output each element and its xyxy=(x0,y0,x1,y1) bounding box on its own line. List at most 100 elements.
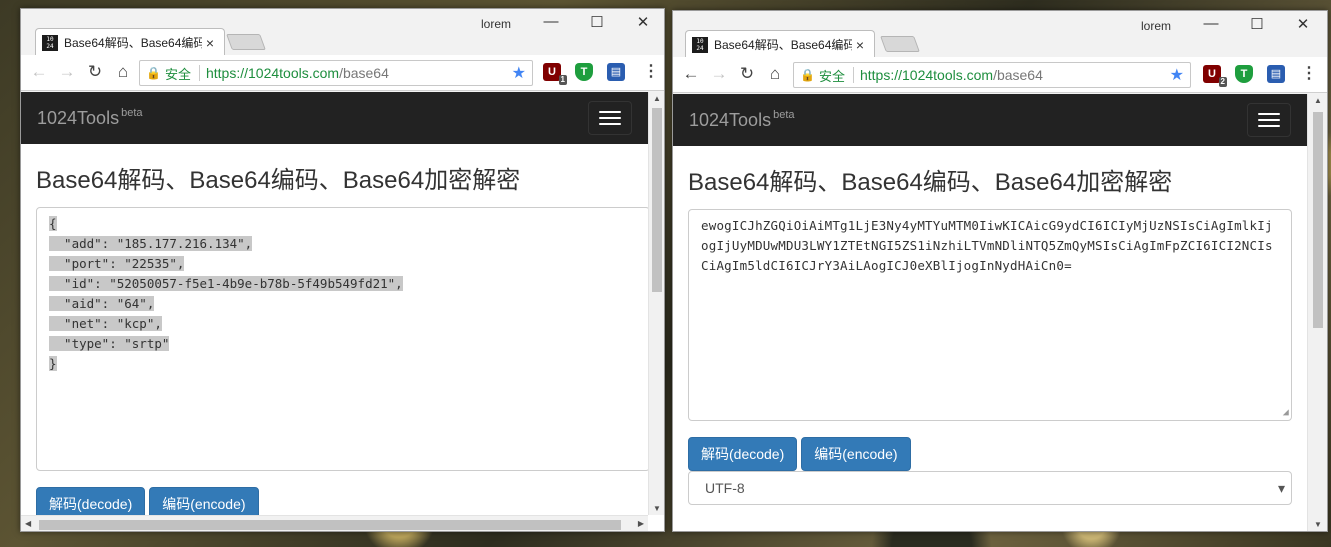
horizontal-scrollbar[interactable]: ◀ ▶ xyxy=(21,515,648,531)
home-icon[interactable]: ⌂ xyxy=(113,62,133,82)
favicon-bottom-text: 24 xyxy=(696,44,704,52)
url-scheme: https:// xyxy=(859,67,902,83)
site-brand[interactable]: 1024Tools beta xyxy=(37,107,143,129)
ublock-badge: 2 xyxy=(1218,77,1227,87)
page-viewport: 1024Tools beta Base64解码、Base64编码、Base64加密… xyxy=(21,92,664,531)
reload-icon[interactable]: ↻ xyxy=(737,64,757,84)
favicon-top-text: 10 xyxy=(46,35,54,43)
bookmark-star-icon[interactable]: ★ xyxy=(1170,65,1184,85)
browser-menu-icon[interactable]: ⋮ xyxy=(1301,63,1317,83)
save-extension-icon[interactable]: ▤ xyxy=(607,63,625,81)
scroll-up-icon[interactable]: ▲ xyxy=(1308,96,1327,105)
json-line: "id": "52050057-f5e1-4b9e-b78b-5f49b549f… xyxy=(49,274,637,294)
address-bar[interactable]: 🔒 安全 https:// 1024tools.com /base64 ★ xyxy=(139,60,533,86)
browser-menu-icon[interactable]: ⋮ xyxy=(643,61,659,81)
omnibox-divider xyxy=(198,65,200,81)
page-viewport: 1024Tools beta Base64解码、Base64编码、Base64加密… xyxy=(673,94,1327,531)
browser-window-left: 10 24 Base64解码、Base64编码 × lorem — ☐ ✕ ← … xyxy=(20,8,665,532)
site-brand[interactable]: 1024Tools beta xyxy=(689,109,795,131)
secure-label: 安全 xyxy=(818,68,845,84)
browser-tab[interactable]: 10 24 Base64解码、Base64编码 × xyxy=(685,30,875,58)
tab-close-icon[interactable]: × xyxy=(852,37,868,53)
charset-select[interactable]: UTF-8 ▾ xyxy=(688,471,1292,505)
json-line: "aid": "64", xyxy=(49,294,637,314)
decode-button[interactable]: 解码(decode) xyxy=(688,437,798,471)
favicon-top-text: 10 xyxy=(696,37,704,45)
title-bar: 10 24 Base64解码、Base64编码 × lorem — ☐ ✕ xyxy=(673,11,1327,58)
close-window-icon[interactable]: ✕ xyxy=(1293,15,1313,33)
ublock-extension-icon[interactable]: U 2 xyxy=(1203,65,1227,87)
new-tab-button[interactable] xyxy=(880,36,920,52)
minimize-icon[interactable]: — xyxy=(541,13,561,30)
json-line: "port": "22535", xyxy=(49,254,637,274)
site-navbar: 1024Tools beta xyxy=(21,92,648,144)
json-line-text: } xyxy=(49,356,57,371)
output-textarea[interactable]: ewogICJhZGQiOiAiMTg1LjE3Ny4yMTYuMTM0IiwK… xyxy=(688,209,1292,421)
vertical-scrollbar[interactable]: ▲ ▼ xyxy=(648,92,664,515)
charset-selected-value: UTF-8 xyxy=(705,480,745,496)
profile-name[interactable]: lorem xyxy=(1141,19,1171,33)
browser-toolbar: ← → ↻ ⌂ 🔒 安全 https:// 1024tools.com /bas… xyxy=(673,57,1327,93)
tab-title: Base64解码、Base64编码 xyxy=(64,36,202,50)
scroll-right-icon[interactable]: ▶ xyxy=(638,519,644,528)
encode-button[interactable]: 编码(encode) xyxy=(149,487,259,515)
maximize-icon[interactable]: ☐ xyxy=(587,13,607,31)
url-scheme: https:// xyxy=(205,65,248,81)
url-path: /base64 xyxy=(339,65,389,81)
horizontal-scroll-thumb[interactable] xyxy=(39,520,621,530)
bookmark-star-icon[interactable]: ★ xyxy=(512,63,526,83)
hamburger-menu-icon[interactable] xyxy=(588,101,632,135)
tab-title: Base64解码、Base64编码 xyxy=(714,38,852,52)
json-line-text: "add": "185.177.216.134", xyxy=(49,236,253,251)
encode-button[interactable]: 编码(encode) xyxy=(801,437,911,471)
home-icon[interactable]: ⌂ xyxy=(765,64,785,84)
json-line: "net": "kcp", xyxy=(49,314,637,334)
ublock-extension-icon[interactable]: U 1 xyxy=(543,63,567,85)
back-arrow-icon[interactable]: ← xyxy=(681,64,701,84)
minimize-icon[interactable]: — xyxy=(1201,15,1221,32)
profile-name[interactable]: lorem xyxy=(481,17,511,31)
tab-close-icon[interactable]: × xyxy=(202,35,218,51)
brand-beta-label: beta xyxy=(773,109,795,121)
resize-grip-icon[interactable]: ◢ xyxy=(1283,408,1289,418)
browser-tab[interactable]: 10 24 Base64解码、Base64编码 × xyxy=(35,28,225,56)
scroll-down-icon[interactable]: ▼ xyxy=(649,504,664,513)
ublock-badge: 1 xyxy=(558,75,567,85)
action-buttons: 解码(decode) 编码(encode) xyxy=(36,487,633,515)
close-window-icon[interactable]: ✕ xyxy=(633,13,653,31)
favicon-bottom-text: 24 xyxy=(46,42,54,50)
hamburger-menu-icon[interactable] xyxy=(1247,103,1291,137)
shield-extension-icon[interactable]: T xyxy=(575,63,593,81)
shield-extension-icon[interactable]: T xyxy=(1235,65,1253,83)
json-line: } xyxy=(49,354,637,374)
page-content: 1024Tools beta Base64解码、Base64编码、Base64加密… xyxy=(21,92,648,515)
back-arrow-icon[interactable]: ← xyxy=(29,62,49,82)
address-bar[interactable]: 🔒 安全 https:// 1024tools.com /base64 ★ xyxy=(793,62,1191,88)
chevron-down-icon: ▾ xyxy=(1277,479,1285,496)
brand-text: 1024Tools xyxy=(37,108,120,128)
json-line: "add": "185.177.216.134", xyxy=(49,234,637,254)
json-line: { xyxy=(49,214,637,234)
input-textarea[interactable]: { "add": "185.177.216.134", "port": "225… xyxy=(36,207,648,471)
brand-text: 1024Tools xyxy=(689,110,772,130)
reload-icon[interactable]: ↻ xyxy=(85,62,105,82)
new-tab-button[interactable] xyxy=(226,34,266,50)
maximize-icon[interactable]: ☐ xyxy=(1247,15,1267,33)
site-navbar: 1024Tools beta xyxy=(673,94,1307,146)
vertical-scrollbar[interactable]: ▲ ▼ xyxy=(1307,94,1327,531)
scroll-down-icon[interactable]: ▼ xyxy=(1308,520,1327,529)
vertical-scroll-thumb[interactable] xyxy=(1313,112,1323,328)
page-title: Base64解码、Base64编码、Base64加密解密 xyxy=(688,169,1173,196)
site-favicon-icon: 10 24 xyxy=(692,36,708,53)
json-line: "type": "srtp" xyxy=(49,334,637,354)
forward-arrow-icon[interactable]: → xyxy=(57,62,77,82)
scroll-up-icon[interactable]: ▲ xyxy=(649,94,664,103)
vertical-scroll-thumb[interactable] xyxy=(652,108,662,292)
decode-button[interactable]: 解码(decode) xyxy=(36,487,146,515)
page-content: 1024Tools beta Base64解码、Base64编码、Base64加密… xyxy=(673,94,1307,531)
save-extension-icon[interactable]: ▤ xyxy=(1267,65,1285,83)
browser-toolbar: ← → ↻ ⌂ 🔒 安全 https:// 1024tools.com /bas… xyxy=(21,55,664,91)
forward-arrow-icon[interactable]: → xyxy=(709,64,729,84)
secure-label: 安全 xyxy=(164,66,191,82)
scroll-left-icon[interactable]: ◀ xyxy=(25,519,31,528)
